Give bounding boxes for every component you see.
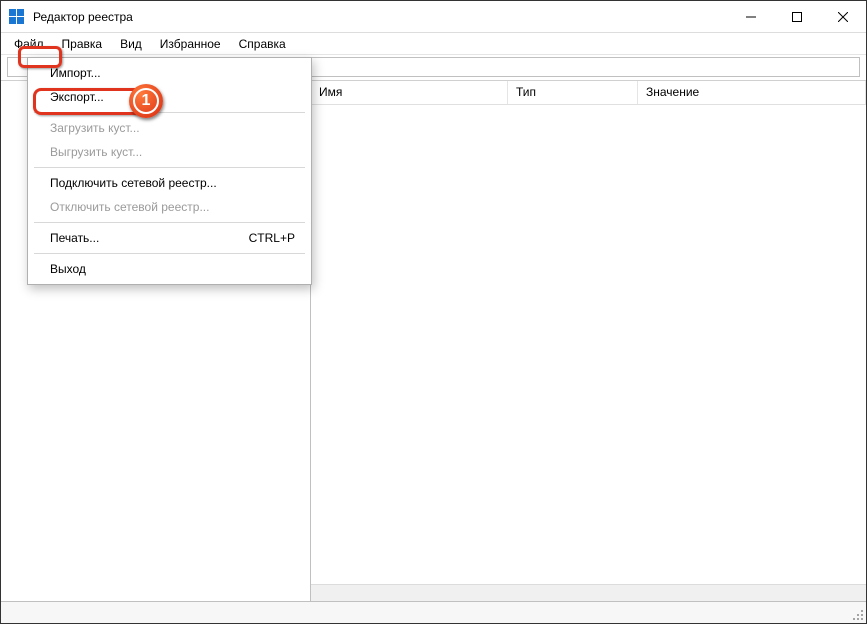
file-menu-dropdown: Импорт... Экспорт... Загрузить куст... В… — [27, 57, 312, 285]
window-controls — [728, 1, 866, 32]
menu-item-label: Отключить сетевой реестр... — [50, 200, 209, 214]
menu-separator — [34, 253, 305, 254]
menu-help[interactable]: Справка — [230, 35, 295, 53]
menu-view[interactable]: Вид — [111, 35, 151, 53]
menu-item-print[interactable]: Печать... CTRL+P — [30, 226, 309, 250]
menu-item-import[interactable]: Импорт... — [30, 61, 309, 85]
menu-separator — [34, 112, 305, 113]
status-bar — [1, 601, 866, 623]
maximize-button[interactable] — [774, 1, 820, 32]
menu-item-label: Выход — [50, 262, 86, 276]
menu-item-label: Выгрузить куст... — [50, 145, 142, 159]
list-panel: Имя Тип Значение — [311, 81, 866, 601]
menu-item-exit[interactable]: Выход — [30, 257, 309, 281]
menu-item-label: Экспорт... — [50, 90, 104, 104]
app-icon — [9, 9, 25, 25]
menu-item-shortcut: CTRL+P — [249, 231, 295, 245]
menu-item-connect-network[interactable]: Подключить сетевой реестр... — [30, 171, 309, 195]
minimize-button[interactable] — [728, 1, 774, 32]
menu-file[interactable]: Файл — [5, 35, 53, 53]
menu-item-disconnect-network: Отключить сетевой реестр... — [30, 195, 309, 219]
menu-item-export[interactable]: Экспорт... — [30, 85, 309, 109]
menu-item-label: Печать... — [50, 231, 99, 245]
column-header-type[interactable]: Тип — [508, 81, 638, 104]
menu-item-label: Загрузить куст... — [50, 121, 140, 135]
menu-item-unload-hive: Выгрузить куст... — [30, 140, 309, 164]
resize-grip-icon[interactable] — [850, 607, 864, 621]
menu-separator — [34, 167, 305, 168]
title-bar: Редактор реестра — [1, 1, 866, 33]
window-title: Редактор реестра — [33, 10, 133, 24]
menu-favorites[interactable]: Избранное — [151, 35, 230, 53]
menu-item-load-hive: Загрузить куст... — [30, 116, 309, 140]
column-header-value[interactable]: Значение — [638, 81, 866, 104]
menu-separator — [34, 222, 305, 223]
menu-item-label: Импорт... — [50, 66, 101, 80]
menu-item-label: Подключить сетевой реестр... — [50, 176, 217, 190]
list-header: Имя Тип Значение — [311, 81, 866, 105]
column-header-name[interactable]: Имя — [311, 81, 508, 104]
close-button[interactable] — [820, 1, 866, 32]
horizontal-scrollbar[interactable] — [311, 584, 866, 601]
menu-bar: Файл Правка Вид Избранное Справка — [1, 33, 866, 55]
menu-edit[interactable]: Правка — [53, 35, 112, 53]
